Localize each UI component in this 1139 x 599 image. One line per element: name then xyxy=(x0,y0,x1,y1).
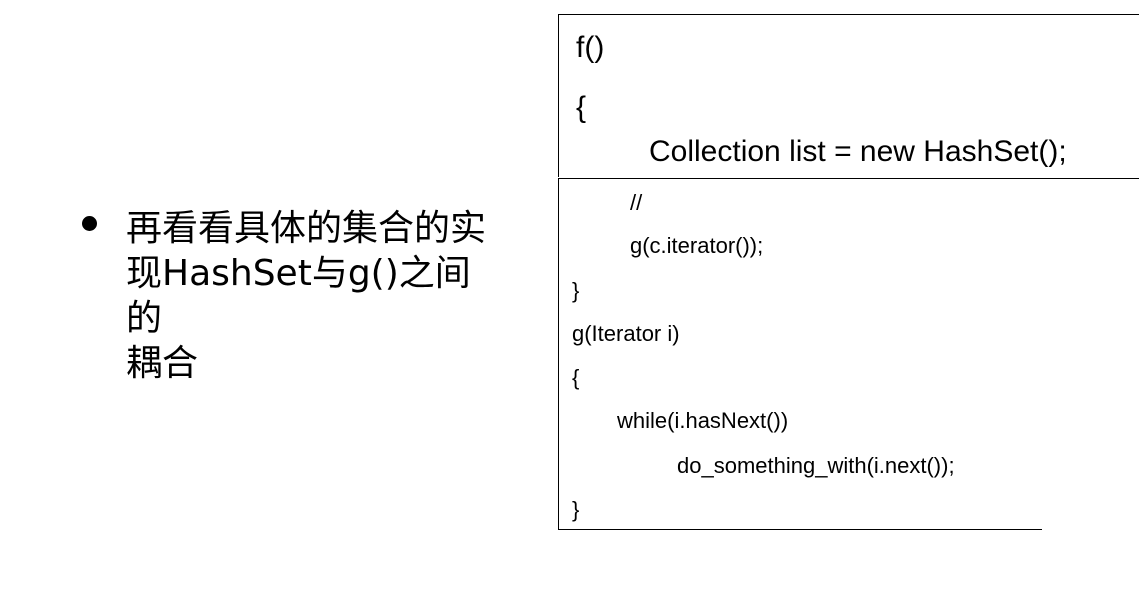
code-bottom-line-1: // xyxy=(630,190,643,215)
bullet-dot-icon xyxy=(82,216,97,231)
code-top-line-3: Collection list = new HashSet(); xyxy=(649,135,1067,168)
bullet-text-line-2: 现HashSet与g()之间的 xyxy=(126,253,471,339)
code-box-top: f() { Collection list = new HashSet(); xyxy=(558,14,1139,179)
code-bottom-line-2: g(c.iterator()); xyxy=(630,233,764,258)
code-top-line-1: f() xyxy=(576,31,605,64)
code-bottom-line-5: { xyxy=(572,365,580,390)
code-bottom-line-6: while(i.hasNext()) xyxy=(617,408,789,433)
code-bottom-line-4: g(Iterator i) xyxy=(572,321,680,346)
bullet-text-line-1: 再看看具体的集合的实 xyxy=(126,208,487,249)
code-bottom-line-3: } xyxy=(572,278,580,303)
bullet-text: 再看看具体的集合的实 现HashSet与g()之间的 耦合 xyxy=(126,206,506,386)
code-bottom-line-7: do_something_with(i.next()); xyxy=(677,453,955,478)
code-box-bottom: // g(c.iterator()); } g(Iterator i) { wh… xyxy=(558,178,1042,530)
code-bottom-line-8: } xyxy=(572,497,580,522)
code-top-line-2: { xyxy=(576,91,587,124)
bullet-text-line-3: 耦合 xyxy=(126,343,199,384)
